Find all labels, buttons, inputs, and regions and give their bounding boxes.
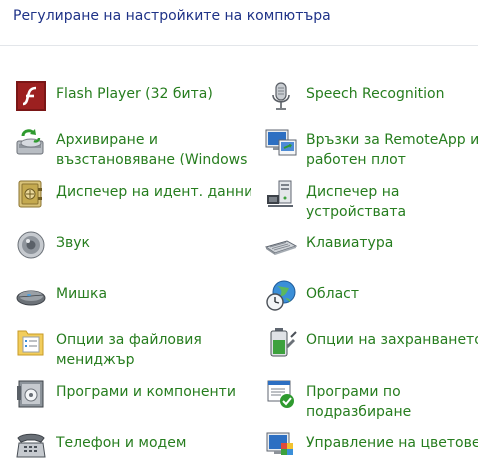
item-keyboard[interactable]: Клавиатура [265, 229, 478, 273]
item-label: Диспечер на идент. данни [56, 184, 251, 200]
item-power-options[interactable]: Опции на захранването [265, 326, 478, 370]
item-file-explorer-options[interactable]: Опции за файловия мениджър [15, 326, 255, 370]
item-label: Програми по подразбиране [306, 384, 412, 420]
item-sound[interactable]: Звук [15, 229, 255, 273]
item-label: Flash Player (32 бита) [56, 86, 213, 102]
device-manager-icon [267, 180, 293, 207]
item-label: Програми и компоненти [56, 384, 236, 400]
item-label: Управление на цветовете [306, 435, 478, 451]
telephone-icon [16, 433, 46, 458]
item-credential-manager[interactable]: Диспечер на идент. данни [15, 178, 255, 222]
item-label: Speech Recognition [306, 86, 445, 102]
item-label: Диспечер на устройствата [306, 184, 407, 220]
item-phone-modem[interactable]: Телефон и модем [15, 429, 255, 473]
battery-icon [270, 328, 297, 357]
item-label: Мишка [56, 286, 108, 302]
item-label: Опции за файловия мениджър [56, 332, 202, 368]
microphone-icon [272, 82, 290, 110]
item-device-manager[interactable]: Диспечер на устройствата [265, 178, 478, 222]
item-label: Архивиране и възстановяване (Windows [56, 132, 248, 165]
item-label: Звук [56, 235, 90, 251]
backup-restore-icon [16, 129, 44, 155]
item-backup-restore[interactable]: Архивиране и възстановяване (Windows [15, 126, 255, 170]
programs-icon [17, 380, 44, 408]
globe-clock-icon [266, 280, 296, 311]
item-default-programs[interactable]: Програми по подразбиране [265, 378, 478, 422]
folder-options-icon [17, 330, 44, 356]
flash-player-icon [16, 81, 46, 111]
mouse-icon [16, 290, 46, 306]
item-programs-features[interactable]: Програми и компоненти [15, 378, 255, 422]
item-label: Област [306, 286, 360, 302]
remote-desktop-icon [265, 129, 297, 156]
item-color-management[interactable]: Управление на цветовете [265, 429, 478, 473]
item-mouse[interactable]: Мишка [15, 280, 255, 324]
keyboard-icon [265, 240, 297, 255]
page-title: Регулиране на настройките на компютъра [13, 8, 331, 24]
item-label: Връзки за RemoteApp и работен плот [306, 132, 478, 168]
item-label: Клавиатура [306, 235, 394, 251]
item-region[interactable]: Област [265, 280, 478, 324]
item-remoteapp[interactable]: Връзки за RemoteApp и работен плот [265, 126, 478, 170]
color-management-icon [266, 432, 293, 455]
page-header: Регулиране на настройките на компютъра [0, 0, 478, 46]
credential-vault-icon [18, 180, 42, 208]
item-label: Опции на захранването [306, 332, 478, 348]
speaker-icon [17, 231, 45, 259]
default-programs-icon [267, 380, 294, 408]
item-flash-player[interactable]: Flash Player (32 бита) [15, 80, 255, 124]
item-label: Телефон и модем [56, 435, 187, 451]
item-speech-recognition[interactable]: Speech Recognition [265, 80, 478, 124]
